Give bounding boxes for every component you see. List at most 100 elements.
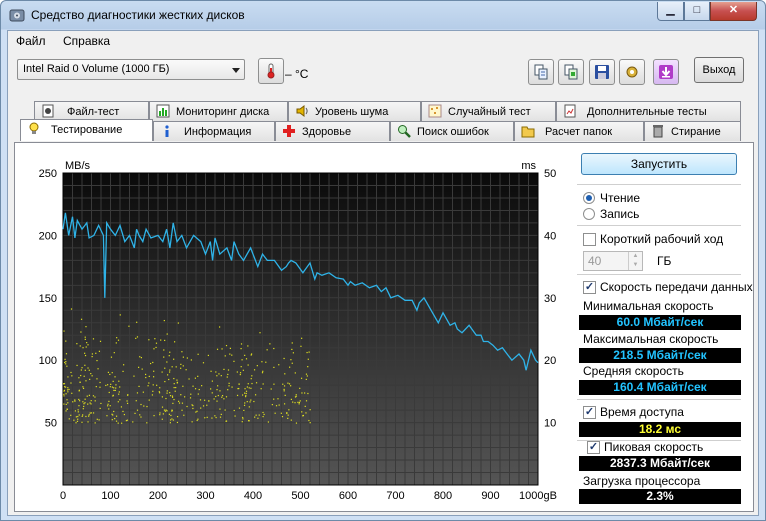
access-time-point — [64, 361, 66, 364]
tab-error-scan[interactable]: Поиск ошибок — [390, 121, 514, 141]
access-time-point — [90, 372, 92, 375]
access-time-checkbox[interactable]: ✓ — [583, 406, 596, 419]
access-time-point — [84, 354, 87, 357]
tab-folder-usage[interactable]: Расчет папок — [514, 121, 644, 141]
drive-select[interactable]: Intel Raid 0 Volume (1000 ГБ) — [17, 59, 245, 80]
access-time-point — [273, 347, 275, 350]
access-time-point — [76, 364, 78, 367]
read-radio[interactable] — [583, 192, 595, 204]
access-time-point — [122, 370, 124, 373]
access-time-point — [225, 396, 228, 398]
tab-file-test[interactable]: Файл-тест — [34, 101, 149, 121]
spin-up-icon[interactable]: ▲ — [628, 252, 642, 261]
access-time-point — [171, 418, 173, 420]
access-time-point — [84, 369, 86, 371]
tab-disk-monitor[interactable]: Мониторинг диска — [149, 101, 288, 121]
short-stroke-checkbox[interactable] — [583, 233, 596, 246]
access-time-point — [290, 398, 292, 400]
access-time-point — [166, 333, 168, 335]
y-axis-label-right: ms — [521, 160, 536, 172]
access-time-point — [240, 366, 242, 368]
access-time-point — [182, 385, 184, 387]
short-stroke-spinner[interactable]: 40 ▲ ▼ — [583, 251, 643, 271]
access-time-point — [152, 384, 154, 386]
access-time-point — [87, 344, 89, 346]
access-time-point — [200, 407, 202, 409]
access-time-point — [63, 330, 65, 332]
access-time-point — [148, 339, 150, 341]
tab-benchmark-label: Тестирование — [51, 124, 123, 136]
access-time-point — [239, 372, 242, 374]
access-time-point — [160, 339, 162, 341]
temperature-value: – °C — [285, 67, 309, 81]
options-button[interactable] — [619, 59, 645, 85]
access-time-point — [147, 385, 149, 387]
save-button[interactable] — [589, 59, 615, 85]
tab-erase[interactable]: Стирание — [644, 121, 741, 141]
access-time-point — [180, 367, 182, 369]
access-time-point — [186, 357, 188, 359]
access-time-point — [308, 419, 310, 422]
access-time-point — [82, 386, 84, 388]
access-time-point — [87, 421, 89, 423]
access-time-point — [153, 348, 155, 350]
maximize-button[interactable]: □ — [684, 2, 710, 21]
burst-rate-checkbox[interactable]: ✓ — [587, 441, 600, 454]
access-time-point — [278, 404, 280, 406]
access-time-point — [86, 342, 88, 344]
access-time-point — [164, 367, 166, 369]
menu-file[interactable]: Файл — [16, 34, 46, 48]
access-time-point — [217, 385, 219, 387]
menu-help[interactable]: Справка — [63, 34, 110, 48]
access-time-point — [221, 396, 223, 398]
tab-benchmark[interactable]: Тестирование — [20, 119, 153, 141]
x-tick-label: 600 — [339, 490, 357, 502]
access-time-point — [242, 394, 244, 396]
access-time-point — [196, 419, 198, 422]
write-radio[interactable] — [583, 208, 595, 220]
access-time-point — [151, 394, 153, 396]
y-tick-label-left: 200 — [39, 230, 57, 242]
access-time-point — [202, 362, 205, 364]
copy-screenshot-button[interactable] — [558, 59, 584, 85]
access-time-point — [148, 382, 150, 384]
access-time-point — [250, 399, 252, 401]
download-button[interactable] — [653, 59, 679, 85]
access-time-point — [119, 386, 121, 388]
tab-noise-level[interactable]: Уровень шума — [288, 101, 421, 121]
access-time-point — [85, 346, 87, 348]
access-time-point — [92, 395, 95, 397]
spin-down-icon[interactable]: ▼ — [628, 261, 642, 270]
access-time-point — [70, 382, 72, 384]
access-time-point — [191, 404, 193, 406]
access-time-point — [161, 371, 163, 373]
close-button[interactable]: ✕ — [710, 2, 757, 21]
access-time-point — [283, 385, 286, 387]
access-time-point — [136, 392, 139, 394]
access-time-point — [183, 414, 185, 416]
copy-text-button[interactable] — [528, 59, 554, 85]
access-time-point — [175, 386, 177, 389]
access-time-point — [140, 357, 143, 359]
access-time-point — [110, 356, 113, 358]
transfer-rate-checkbox[interactable]: ✓ — [583, 281, 596, 294]
tab-health[interactable]: Здоровье — [275, 121, 390, 141]
access-time-point — [149, 362, 152, 365]
access-time-point — [171, 395, 174, 397]
access-time-point — [113, 410, 115, 413]
tab-extra-tests[interactable]: Дополнительные тесты — [556, 101, 741, 121]
access-time-point — [307, 366, 309, 368]
tab-random-access[interactable]: Случайный тест — [421, 101, 556, 121]
tab-info[interactable]: Информация — [153, 121, 275, 141]
access-time-point — [166, 392, 168, 394]
access-time-point — [282, 383, 284, 385]
start-button[interactable]: Запустить — [581, 153, 737, 175]
access-time-point — [245, 394, 247, 397]
thermometer-button[interactable] — [258, 58, 284, 84]
minimize-button[interactable]: ▁ — [657, 2, 684, 21]
access-time-point — [290, 419, 292, 421]
access-time-point — [85, 380, 87, 382]
access-time-point — [172, 402, 174, 404]
access-time-point — [145, 373, 147, 376]
exit-button[interactable]: Выход — [694, 57, 744, 83]
